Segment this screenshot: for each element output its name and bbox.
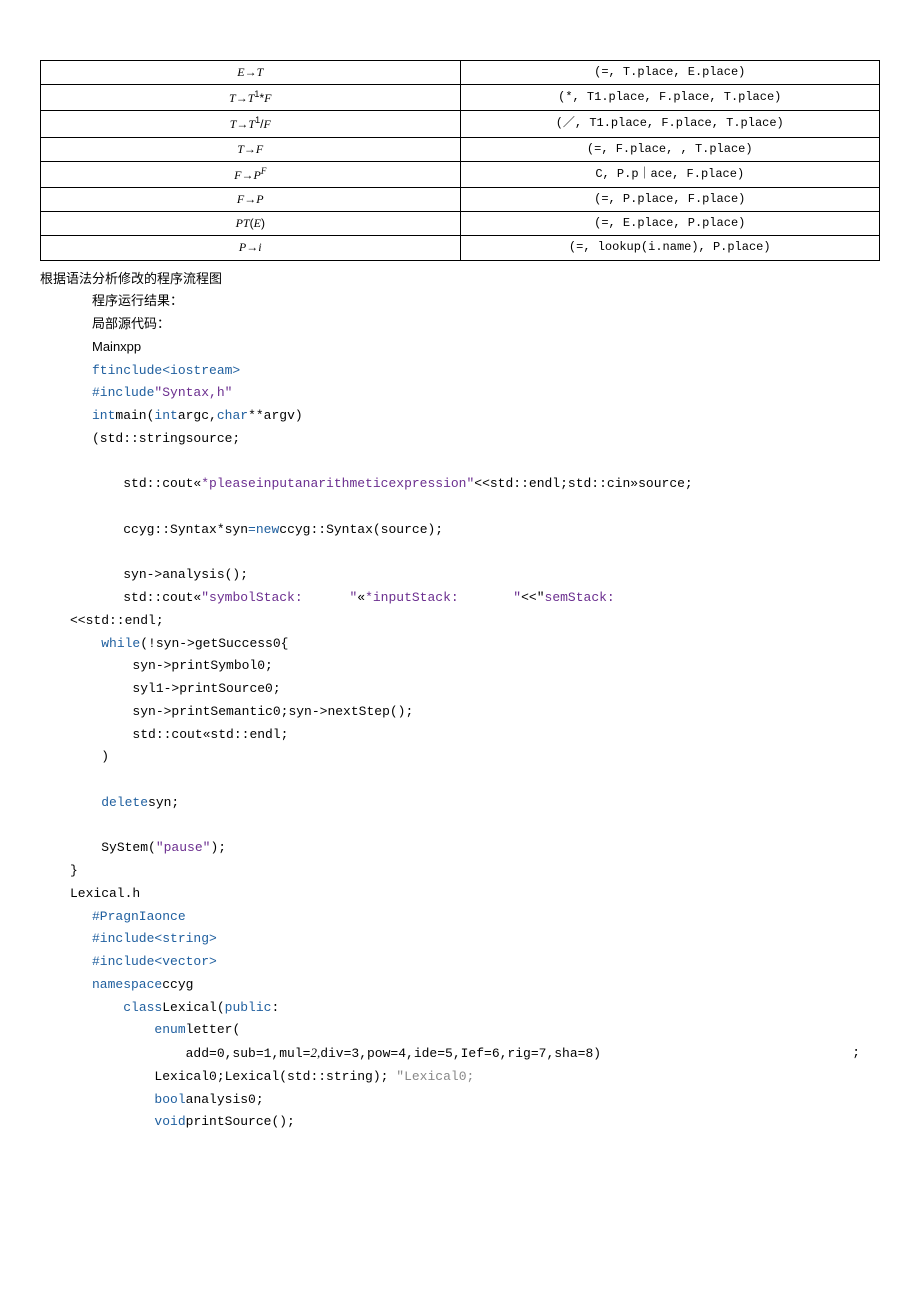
grammar-action: (=, P.place, F.place)	[460, 187, 880, 211]
flowchart-heading: 根据语法分析修改的程序流程图	[40, 269, 880, 290]
grammar-rule: P→i	[41, 236, 461, 260]
mainxpp-label: Mainxpp	[40, 337, 880, 358]
grammar-rule: F→P	[41, 187, 461, 211]
grammar-action: (*, T1.place, F.place, T.place)	[460, 85, 880, 111]
grammar-rule: T→T1*F	[41, 85, 461, 111]
grammar-action: (=, F.place, , T.place)	[460, 137, 880, 161]
grammar-action: C, P.p｜ace, F.place)	[460, 161, 880, 187]
grammar-action: (／, T1.place, F.place, T.place)	[460, 111, 880, 137]
code-block-lexical: #PragnIaonce #include<string> #include<v…	[40, 906, 880, 1135]
grammar-rule: T→F	[41, 137, 461, 161]
grammar-table: E→T(=, T.place, E.place)T→T1*F(*, T1.pla…	[40, 60, 880, 261]
grammar-action: (=, T.place, E.place)	[460, 61, 880, 85]
lexical-h-label: Lexical.h	[40, 883, 880, 906]
code-block-main-2: <<std::endl; while(!syn->getSuccess0{ sy…	[40, 610, 880, 883]
grammar-rule: F→PF	[41, 161, 461, 187]
grammar-rule: T→T1/F	[41, 111, 461, 137]
source-label: 局部源代码：	[40, 314, 880, 335]
grammar-action: (=, E.place, P.place)	[460, 212, 880, 236]
run-result-label: 程序运行结果：	[40, 291, 880, 312]
grammar-action: (=, lookup(i.name), P.place)	[460, 236, 880, 260]
grammar-rule: E→T	[41, 61, 461, 85]
code-block-main: ftinclude<iostream> #include"Syntax,h" i…	[40, 360, 880, 610]
grammar-rule: PT(E)	[41, 212, 461, 236]
